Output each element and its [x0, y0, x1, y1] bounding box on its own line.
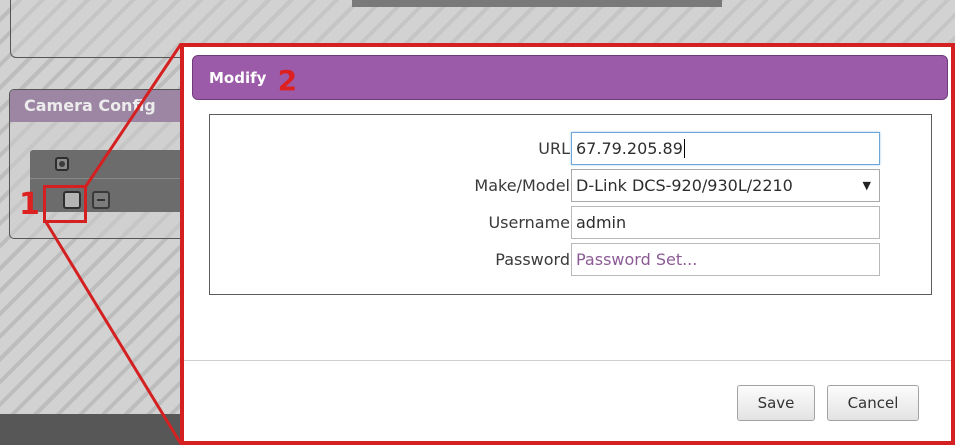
dialog-highlight-frame [180, 43, 955, 445]
callout-line-bottom [44, 221, 183, 445]
callout-line-top [84, 43, 183, 187]
screenshot-stage: Camera Config U 6 1 Modify 2 URL 67.79.2… [0, 0, 955, 445]
